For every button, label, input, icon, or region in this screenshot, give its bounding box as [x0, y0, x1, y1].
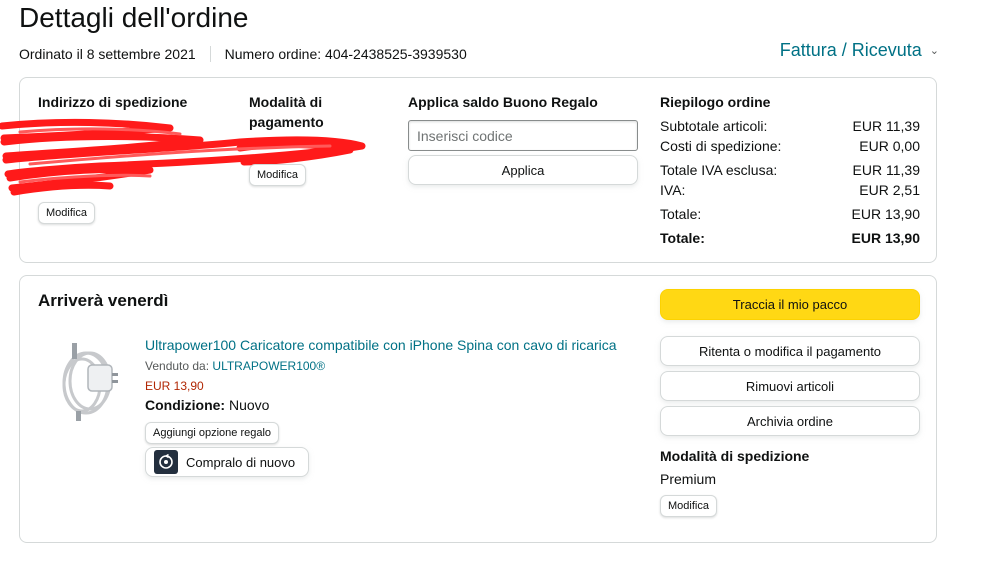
condition-value: Nuovo — [229, 397, 270, 413]
divider — [209, 46, 211, 62]
sold-by-label: Venduto da: — [145, 359, 210, 373]
summary-value: EUR 11,39 — [852, 162, 920, 178]
summary-row-grand-total: Totale: EUR 13,90 — [660, 229, 920, 247]
edit-payment-button[interactable]: Modifica — [249, 164, 306, 186]
grand-total-label: Totale: — [660, 230, 705, 246]
summary-value: EUR 11,39 — [852, 118, 920, 134]
summary-value: EUR 13,90 — [851, 206, 920, 222]
summary-row-total: Totale: EUR 13,90 — [660, 205, 920, 223]
seller-link[interactable]: ULTRAPOWER100® — [212, 359, 325, 373]
retry-payment-button[interactable]: Ritenta o modifica il pagamento — [660, 336, 920, 366]
product-title-link[interactable]: Ultrapower100 Caricatore compatibile con… — [145, 337, 617, 353]
condition-label: Condizione: — [145, 397, 226, 413]
summary-label: IVA: — [660, 182, 686, 198]
order-date: Ordinato il 8 settembre 2021 — [19, 46, 196, 62]
apply-gift-button[interactable]: Applica — [408, 155, 638, 185]
invoice-link-label[interactable]: Fattura / Ricevuta — [780, 40, 922, 61]
page-title: Dettagli dell'ordine — [19, 2, 249, 33]
item-condition: Condizione: Nuovo — [145, 397, 269, 413]
buy-again-icon — [154, 450, 178, 474]
summary-row-total-excl-vat: Totale IVA esclusa: EUR 11,39 — [660, 161, 920, 179]
summary-label: Totale: — [660, 206, 702, 222]
summary-label: Costi di spedizione: — [660, 138, 782, 154]
delivery-status: Arriverà venerdì — [38, 291, 169, 310]
summary-row-shipping: Costi di spedizione: EUR 0,00 — [660, 137, 920, 155]
track-package-button[interactable]: Traccia il mio pacco — [660, 289, 920, 320]
buy-again-label: Compralo di nuovo — [186, 454, 296, 470]
shipping-method-value: Premium — [660, 471, 717, 487]
order-number: Numero ordine: 404-2438525-3939530 — [224, 46, 467, 62]
archive-order-button[interactable]: Archivia ordine — [660, 406, 920, 436]
gift-card-label: Applica saldo Buono Regalo — [408, 94, 598, 110]
order-summary-title: Riepilogo ordine — [660, 94, 771, 110]
edit-shipping-method-button[interactable]: Modifica — [660, 495, 717, 517]
redaction-scribble — [0, 118, 366, 196]
gift-code-input[interactable] — [408, 120, 638, 151]
order-meta: Ordinato il 8 settembre 2021 Numero ordi… — [19, 44, 467, 64]
shipping-address-label: Indirizzo di spedizione — [38, 94, 188, 110]
shipping-method-label: Modalità di spedizione — [660, 448, 810, 464]
sold-by: Venduto da: ULTRAPOWER100® — [145, 359, 325, 373]
chevron-down-icon: ⌄ — [929, 45, 939, 57]
invoice-dropdown[interactable]: Fattura / Ricevuta ⌄ — [780, 40, 939, 61]
item-price: EUR 13,90 — [145, 379, 204, 393]
buy-again-button[interactable]: Compralo di nuovo — [145, 447, 309, 477]
summary-label: Subtotale articoli: — [660, 118, 768, 134]
add-gift-option-button[interactable]: Aggiungi opzione regalo — [145, 422, 280, 444]
summary-row-vat: IVA: EUR 2,51 — [660, 181, 920, 199]
edit-address-button[interactable]: Modifica — [38, 202, 95, 224]
summary-value: EUR 0,00 — [859, 138, 920, 154]
remove-items-button[interactable]: Rimuovi articoli — [660, 371, 920, 401]
product-image[interactable] — [52, 335, 124, 425]
summary-label: Totale IVA esclusa: — [660, 162, 778, 178]
grand-total-value: EUR 13,90 — [851, 230, 920, 246]
summary-row-subtotal: Subtotale articoli: EUR 11,39 — [660, 117, 920, 135]
summary-value: EUR 2,51 — [859, 182, 920, 198]
